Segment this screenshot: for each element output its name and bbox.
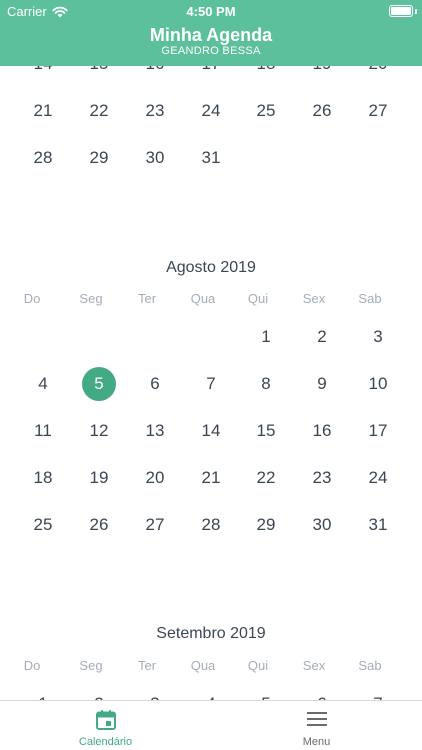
calendar-day[interactable]: 24 (360, 460, 396, 496)
calendar-day[interactable]: 19 (81, 460, 117, 496)
calendar-day[interactable]: 28 (25, 140, 61, 176)
calendar-day[interactable]: 8 (248, 366, 284, 402)
calendar-day[interactable]: 26 (81, 507, 117, 543)
weekday-label: Qua (190, 291, 216, 306)
month-title: Agosto 2019 (166, 259, 256, 276)
calendar-day[interactable]: 3 (360, 319, 396, 355)
calendar-day[interactable]: 2 (304, 319, 340, 355)
weekday-label: Sex (302, 658, 326, 673)
weekday-label: Ter (137, 658, 157, 673)
calendar-day[interactable]: 19 (304, 66, 340, 82)
calendar-day[interactable]: 18 (25, 460, 61, 496)
weekday-label: Qui (247, 658, 269, 673)
weekday-label: Sab (358, 291, 382, 306)
calendar-day[interactable]: 14 (25, 66, 61, 82)
calendar-icon (95, 710, 116, 730)
calendar-day[interactable]: 27 (137, 507, 173, 543)
app-header: Carrier 4:50 PM Minha Agenda GEANDRO BES… (0, 0, 422, 66)
tab-bar: Calendário Menu (0, 700, 422, 750)
calendar-day[interactable]: 4 (25, 366, 61, 402)
calendar-day[interactable]: 26 (304, 93, 340, 129)
calendar-day[interactable]: 16 (137, 66, 173, 82)
calendar-day[interactable]: 21 (193, 460, 229, 496)
menu-icon (306, 712, 327, 726)
weekday-label: Do (23, 291, 41, 306)
calendar-day[interactable]: 23 (137, 93, 173, 129)
calendar-day[interactable]: 31 (360, 507, 396, 543)
weekday-label: Qui (247, 291, 269, 306)
calendar-day[interactable]: 11 (25, 413, 61, 449)
calendar-day[interactable]: 20 (360, 66, 396, 82)
calendar-day[interactable]: 1 (25, 686, 61, 700)
calendar-day[interactable]: 5 (248, 686, 284, 700)
calendar-day[interactable]: 15 (248, 413, 284, 449)
calendar-day[interactable]: 12 (81, 413, 117, 449)
calendar-scroll-view[interactable]: 141516171819202122232425262728293031Agos… (0, 66, 422, 700)
calendar-day[interactable]: 30 (137, 140, 173, 176)
calendar-day[interactable]: 17 (360, 413, 396, 449)
weekday-label: Sab (358, 658, 382, 673)
calendar-day[interactable]: 30 (304, 507, 340, 543)
calendar-day[interactable]: 21 (25, 93, 61, 129)
status-time: 4:50 PM (186, 4, 236, 19)
calendar-day[interactable]: 17 (193, 66, 229, 82)
calendar-day[interactable]: 10 (360, 366, 396, 402)
calendar-day[interactable]: 1 (248, 319, 284, 355)
weekday-label: Qua (190, 658, 216, 673)
weekday-label: Seg (79, 658, 103, 673)
calendar-day[interactable]: 6 (137, 366, 173, 402)
status-bar: Carrier 4:50 PM (0, 0, 422, 22)
app-title: Minha Agenda (149, 25, 273, 45)
calendar-day[interactable]: 3 (137, 686, 173, 700)
calendar-day[interactable]: 14 (193, 413, 229, 449)
calendar-day[interactable]: 29 (81, 140, 117, 176)
month-title: Setembro 2019 (156, 625, 266, 642)
calendar-day[interactable]: 15 (81, 66, 117, 82)
tab-menu-label: Menu (302, 736, 331, 748)
calendar-day[interactable]: 18 (248, 66, 284, 82)
calendar-day[interactable]: 7 (360, 686, 396, 700)
calendar-day[interactable]: 25 (25, 507, 61, 543)
selected-day[interactable]: 5 (82, 367, 116, 401)
calendar-day[interactable]: 9 (304, 366, 340, 402)
calendar-day[interactable]: 22 (81, 93, 117, 129)
weekday-label: Seg (79, 291, 103, 306)
weekday-label: Ter (137, 291, 157, 306)
battery-icon (389, 5, 413, 17)
calendar-day[interactable]: 22 (248, 460, 284, 496)
tab-calendario-label: Calendário (78, 736, 133, 748)
calendar-day[interactable]: 29 (248, 507, 284, 543)
calendar-day[interactable]: 2 (81, 686, 117, 700)
calendar-day[interactable]: 13 (137, 413, 173, 449)
calendar-day[interactable]: 23 (304, 460, 340, 496)
battery-tip (415, 9, 417, 14)
app-subtitle: GEANDRO BESSA (161, 45, 261, 57)
weekday-label: Do (23, 658, 41, 673)
calendar-day[interactable]: 28 (193, 507, 229, 543)
calendar-day[interactable]: 7 (193, 366, 229, 402)
tab-menu[interactable]: Menu (211, 701, 422, 750)
calendar-day[interactable]: 16 (304, 413, 340, 449)
calendar-day[interactable]: 6 (304, 686, 340, 700)
weekday-label: Sex (302, 291, 326, 306)
calendar-day[interactable]: 27 (360, 93, 396, 129)
calendar-day[interactable]: 4 (193, 686, 229, 700)
calendar-day[interactable]: 20 (137, 460, 173, 496)
calendar-day[interactable]: 24 (193, 93, 229, 129)
calendar-day[interactable]: 31 (193, 140, 229, 176)
tab-calendario[interactable]: Calendário (0, 701, 211, 750)
calendar-day[interactable]: 25 (248, 93, 284, 129)
